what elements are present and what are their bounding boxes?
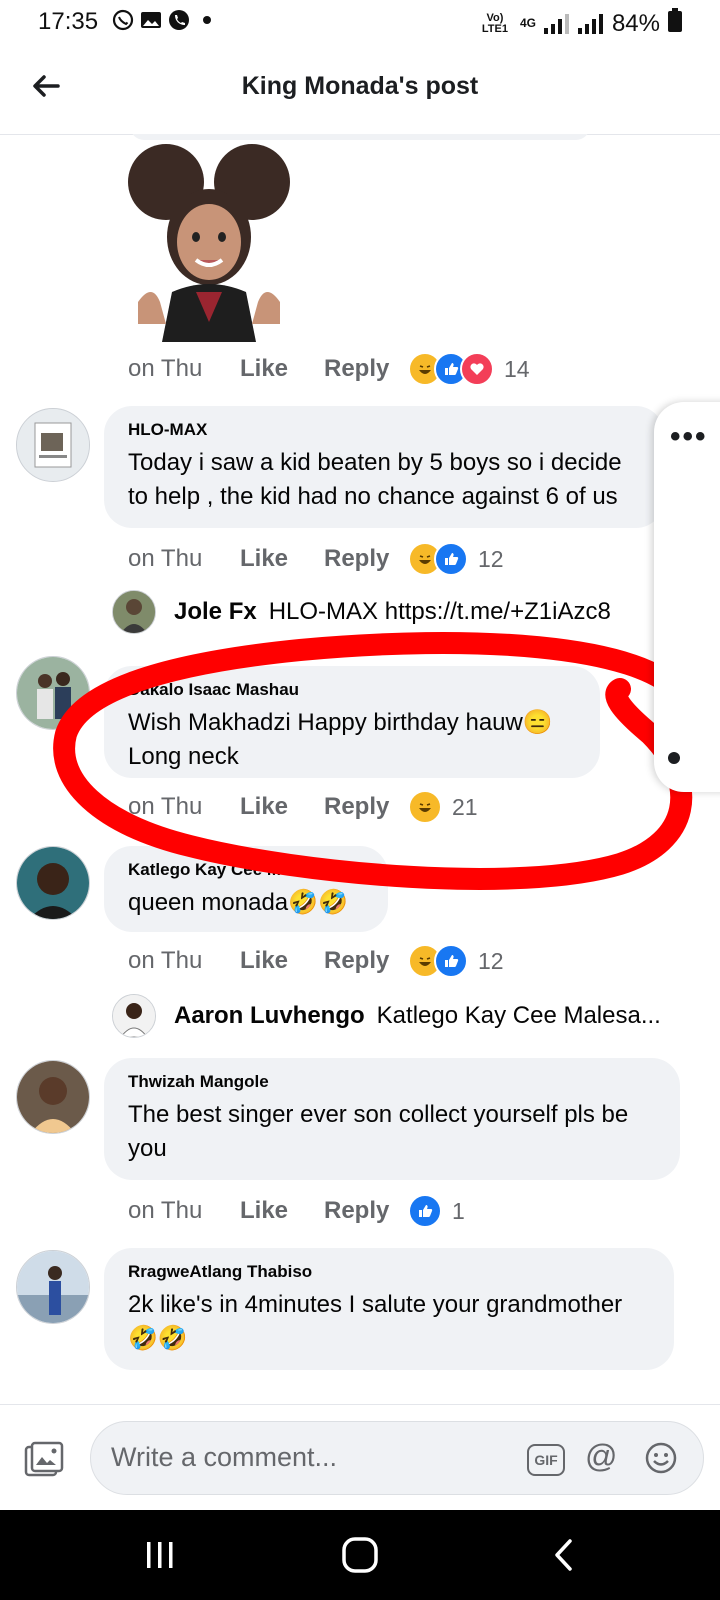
love-reaction-icon bbox=[460, 352, 494, 386]
comment-time: on Thu bbox=[128, 355, 203, 382]
back-nav-icon[interactable] bbox=[544, 1534, 584, 1576]
comment-composer: Write a comment... GIF @ bbox=[0, 1404, 720, 1511]
comment-author[interactable]: HLO-MAX bbox=[128, 420, 640, 440]
reaction-count: 21 bbox=[452, 793, 478, 820]
like-button[interactable]: Like bbox=[240, 545, 324, 573]
reaction-count: 14 bbox=[504, 355, 530, 382]
comment-sticker: on Thu Like Reply 14 bbox=[0, 134, 720, 394]
panel-handle-icon[interactable] bbox=[668, 752, 680, 764]
avatar[interactable] bbox=[16, 1250, 90, 1324]
comment-input-placeholder[interactable]: Write a comment... bbox=[111, 1442, 337, 1473]
reaction-summary[interactable]: 12 bbox=[408, 944, 504, 978]
like-button[interactable]: Like bbox=[240, 1197, 324, 1225]
comment-bubble[interactable]: RragweAtlang Thabiso 2k like's in 4minut… bbox=[104, 1248, 674, 1370]
status-time: 17:35 bbox=[38, 8, 99, 35]
reaction-count: 12 bbox=[478, 947, 504, 974]
reply-button[interactable]: Reply bbox=[324, 545, 408, 573]
reply-preview[interactable]: Jole Fx HLO-MAX https://t.me/+Z1iAzc8 bbox=[112, 590, 652, 634]
like-button[interactable]: Like bbox=[240, 947, 324, 975]
comment-time: on Thu bbox=[128, 1197, 203, 1224]
comment-author[interactable]: Thwizah Mangole bbox=[128, 1072, 656, 1092]
reaction-count: 1 bbox=[452, 1197, 465, 1224]
battery-icon bbox=[668, 8, 682, 39]
reply-button[interactable]: Reply bbox=[324, 355, 408, 383]
more-options-icon[interactable]: ••• bbox=[670, 420, 708, 454]
signal-icon bbox=[543, 13, 604, 34]
page-title: King Monada's post bbox=[241, 72, 479, 100]
comment-actions: on Thu Like Reply 14 bbox=[128, 352, 530, 386]
reaction-count: 12 bbox=[478, 545, 504, 572]
comment-bubble[interactable]: Dakalo Isaac Mashau Wish Makhadzi Happy … bbox=[104, 666, 600, 778]
comment-time: on Thu bbox=[128, 545, 203, 572]
floating-side-panel[interactable]: ••• bbox=[654, 402, 720, 792]
comment-author[interactable]: Dakalo Isaac Mashau bbox=[128, 680, 576, 700]
photo-attach-icon[interactable] bbox=[24, 1441, 64, 1481]
avatar bbox=[112, 994, 156, 1038]
comments-list[interactable]: on Thu Like Reply 14 HLO-MAX Today i saw… bbox=[0, 134, 720, 1404]
network-gen: 4G bbox=[519, 16, 536, 30]
reply-text: HLO-MAX https://t.me/+Z1iAzc8 bbox=[268, 598, 611, 625]
whatsapp-icon bbox=[112, 9, 134, 31]
volte-indicator: Vo) LTE1 bbox=[481, 11, 508, 35]
comment-time: on Thu bbox=[128, 947, 203, 974]
dot-icon bbox=[196, 9, 218, 31]
comment-text: Today i saw a kid beaten by 5 boys so i … bbox=[128, 449, 622, 510]
recent-apps-icon[interactable] bbox=[140, 1534, 180, 1576]
like-reaction-icon bbox=[434, 944, 468, 978]
comment-actions: on Thu Like Reply 1 bbox=[128, 1194, 465, 1228]
like-reaction-icon bbox=[434, 542, 468, 576]
comment-text: The best singer ever son collect yoursel… bbox=[128, 1101, 629, 1162]
comment-time: on Thu bbox=[128, 793, 203, 820]
gallery-icon bbox=[140, 9, 162, 31]
reply-text: Katlego Kay Cee Malesa... bbox=[376, 1002, 661, 1029]
status-bar: 17:35 Vo) LTE1 4G 84% bbox=[0, 0, 720, 44]
avatar[interactable] bbox=[16, 1060, 90, 1134]
avatar bbox=[112, 590, 156, 634]
like-button[interactable]: Like bbox=[240, 793, 324, 821]
reaction-summary[interactable]: 14 bbox=[408, 352, 530, 386]
avatar[interactable] bbox=[16, 656, 90, 730]
like-button[interactable]: Like bbox=[240, 355, 324, 383]
home-icon[interactable] bbox=[338, 1534, 382, 1576]
comment-input[interactable]: Write a comment... GIF @ bbox=[90, 1421, 704, 1495]
like-reaction-icon bbox=[408, 1194, 442, 1228]
comment-text: Wish Makhadzi Happy birthday hauw😑 Long … bbox=[128, 709, 553, 770]
comment-text: queen monada🤣🤣 bbox=[128, 889, 348, 916]
comment-text: 2k like's in 4minutes I salute your gran… bbox=[128, 1291, 623, 1352]
status-notification-icons bbox=[112, 9, 218, 31]
haha-reaction-icon bbox=[408, 790, 442, 824]
gif-button[interactable]: GIF bbox=[527, 1444, 565, 1476]
avatar-sticker bbox=[124, 142, 294, 342]
comment-actions: on Thu Like Reply 12 bbox=[128, 944, 504, 978]
comment-author[interactable]: RragweAtlang Thabiso bbox=[128, 1262, 650, 1282]
emoji-icon[interactable] bbox=[645, 1442, 677, 1474]
reply-button[interactable]: Reply bbox=[324, 1197, 408, 1225]
mention-button[interactable]: @ bbox=[585, 1438, 617, 1475]
comment-actions: on Thu Like Reply 12 bbox=[128, 542, 504, 576]
comment-bubble[interactable]: Katlego Kay Cee Malesa queen monada🤣🤣 bbox=[104, 846, 388, 932]
phone-icon bbox=[168, 9, 190, 31]
reaction-summary[interactable]: 21 bbox=[408, 790, 478, 824]
reply-button[interactable]: Reply bbox=[324, 947, 408, 975]
system-nav-bar bbox=[0, 1510, 720, 1600]
reply-author[interactable]: Jole Fx bbox=[174, 598, 257, 626]
comment-bubble[interactable]: HLO-MAX Today i saw a kid beaten by 5 bo… bbox=[104, 406, 664, 528]
battery-level: 84% bbox=[611, 9, 660, 37]
avatar[interactable] bbox=[16, 408, 90, 482]
app-bar: King Monada's post bbox=[0, 48, 720, 135]
reaction-summary[interactable]: 1 bbox=[408, 1194, 465, 1228]
comment-actions: on Thu Like Reply 21 bbox=[128, 790, 478, 824]
reply-button[interactable]: Reply bbox=[324, 793, 408, 821]
reply-preview[interactable]: Aaron Luvhengo Katlego Kay Cee Malesa... bbox=[112, 994, 672, 1038]
comment-bubble[interactable]: Thwizah Mangole The best singer ever son… bbox=[104, 1058, 680, 1180]
status-right: Vo) LTE1 4G 84% bbox=[478, 8, 682, 39]
avatar[interactable] bbox=[16, 846, 90, 920]
reply-author[interactable]: Aaron Luvhengo bbox=[174, 1002, 365, 1030]
comment-author[interactable]: Katlego Kay Cee Malesa bbox=[128, 860, 364, 880]
reaction-summary[interactable]: 12 bbox=[408, 542, 504, 576]
